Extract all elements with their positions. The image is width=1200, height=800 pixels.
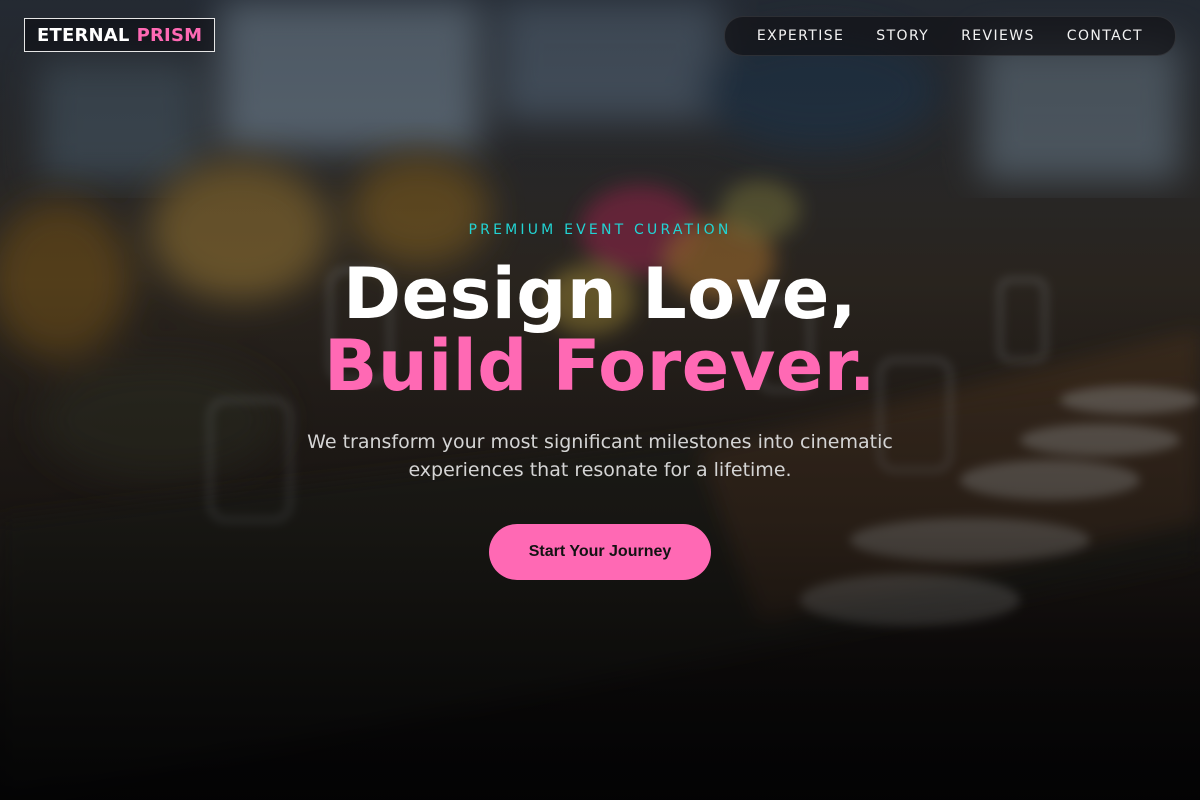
hero-section: ETERNAL PRISM EXPERTISE STORY REVIEWS CO… xyxy=(0,0,1200,800)
main-nav: EXPERTISE STORY REVIEWS CONTACT xyxy=(723,16,1176,56)
hero-subtitle: We transform your most significant miles… xyxy=(307,431,893,481)
hero-content: PREMIUM EVENT CURATION Design Love, Buil… xyxy=(0,222,1200,580)
nav-link-expertise[interactable]: EXPERTISE xyxy=(757,28,844,44)
nav-link-contact[interactable]: CONTACT xyxy=(1067,28,1143,44)
start-journey-button[interactable]: Start Your Journey xyxy=(488,524,712,580)
nav-link-story[interactable]: STORY xyxy=(876,28,929,44)
hero-eyebrow: PREMIUM EVENT CURATION xyxy=(468,222,732,238)
nav-link-reviews[interactable]: REVIEWS xyxy=(961,28,1035,44)
hero-title: Design Love, Build Forever. xyxy=(0,258,1200,402)
brand-word-2: PRISM xyxy=(136,24,203,46)
brand-logo[interactable]: ETERNAL PRISM xyxy=(24,18,216,52)
hero-title-line-2: Build Forever. xyxy=(324,325,876,407)
brand-word-1: ETERNAL xyxy=(37,24,130,46)
hero-title-line-1: Design Love, xyxy=(343,253,857,335)
